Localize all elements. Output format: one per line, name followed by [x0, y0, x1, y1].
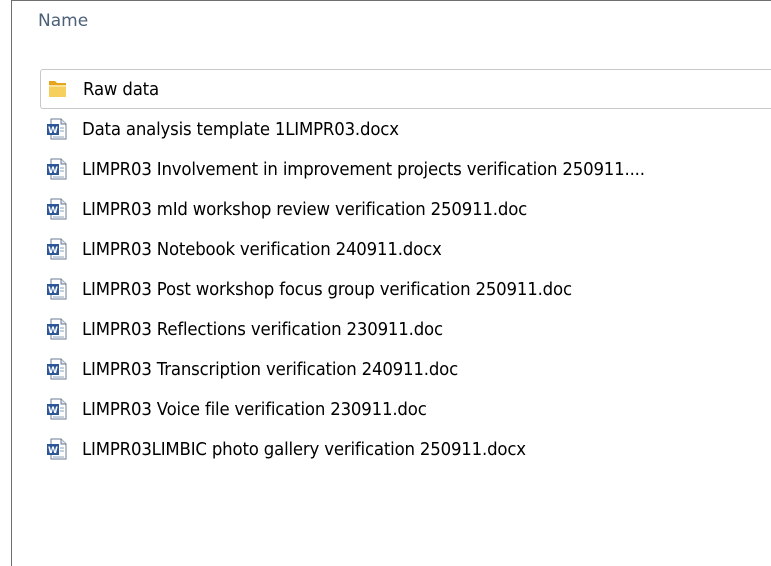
word-document-icon: W [42, 314, 72, 344]
list-item-label: LIMPR03 Reflections verification 230911.… [82, 318, 443, 340]
svg-text:W: W [48, 126, 58, 136]
word-document-icon: W [42, 154, 72, 184]
svg-text:W: W [48, 206, 58, 216]
file-explorer-window: Name Raw data W Data analysis template 1… [0, 0, 771, 566]
folder-icon [43, 74, 73, 104]
list-item[interactable]: W LIMPR03 Voice file verification 230911… [40, 389, 771, 429]
list-item-folder-raw-data[interactable]: Raw data [40, 69, 771, 109]
list-item[interactable]: W LIMPR03 Involvement in improvement pro… [40, 149, 771, 189]
list-item-label: LIMPR03 Post workshop focus group verifi… [82, 278, 572, 300]
word-document-icon: W [42, 434, 72, 464]
list-item-label: LIMPR03 Transcription verification 24091… [82, 358, 459, 380]
list-item-label: LIMPR03 Involvement in improvement proje… [82, 158, 645, 180]
list-item[interactable]: W LIMPR03 Post workshop focus group veri… [40, 269, 771, 309]
list-item-label: LIMPR03 Voice file verification 230911.d… [82, 398, 427, 420]
word-document-icon: W [42, 274, 72, 304]
list-item-label: Data analysis template 1LIMPR03.docx [82, 118, 399, 140]
svg-text:W: W [48, 246, 58, 256]
list-item[interactable]: W LIMPR03 mId workshop review verificati… [40, 189, 771, 229]
list-item-label: LIMPR03LIMBIC photo gallery verification… [82, 438, 526, 460]
list-item[interactable]: W LIMPR03LIMBIC photo gallery verificati… [40, 429, 771, 469]
word-document-icon: W [42, 114, 72, 144]
pane-top-border [11, 0, 771, 1]
word-document-icon: W [42, 234, 72, 264]
list-item[interactable]: W LIMPR03 Reflections verification 23091… [40, 309, 771, 349]
file-list: Raw data W Data analysis template 1LIMPR… [40, 69, 771, 469]
list-item-label: LIMPR03 Notebook verification 240911.doc… [82, 238, 442, 260]
list-item-label: Raw data [83, 78, 159, 100]
list-item[interactable]: W LIMPR03 Transcription verification 240… [40, 349, 771, 389]
svg-text:W: W [48, 366, 58, 376]
pane-left-border [11, 0, 12, 566]
name-column-header[interactable]: Name [38, 8, 88, 34]
svg-text:W: W [48, 326, 58, 336]
word-document-icon: W [42, 394, 72, 424]
list-item[interactable]: W LIMPR03 Notebook verification 240911.d… [40, 229, 771, 269]
svg-text:W: W [48, 166, 58, 176]
list-item[interactable]: W Data analysis template 1LIMPR03.docx [40, 109, 771, 149]
word-document-icon: W [42, 354, 72, 384]
svg-text:W: W [48, 446, 58, 456]
list-item-label: LIMPR03 mId workshop review verification… [82, 198, 528, 220]
svg-text:W: W [48, 406, 58, 416]
svg-text:W: W [48, 286, 58, 296]
word-document-icon: W [42, 194, 72, 224]
